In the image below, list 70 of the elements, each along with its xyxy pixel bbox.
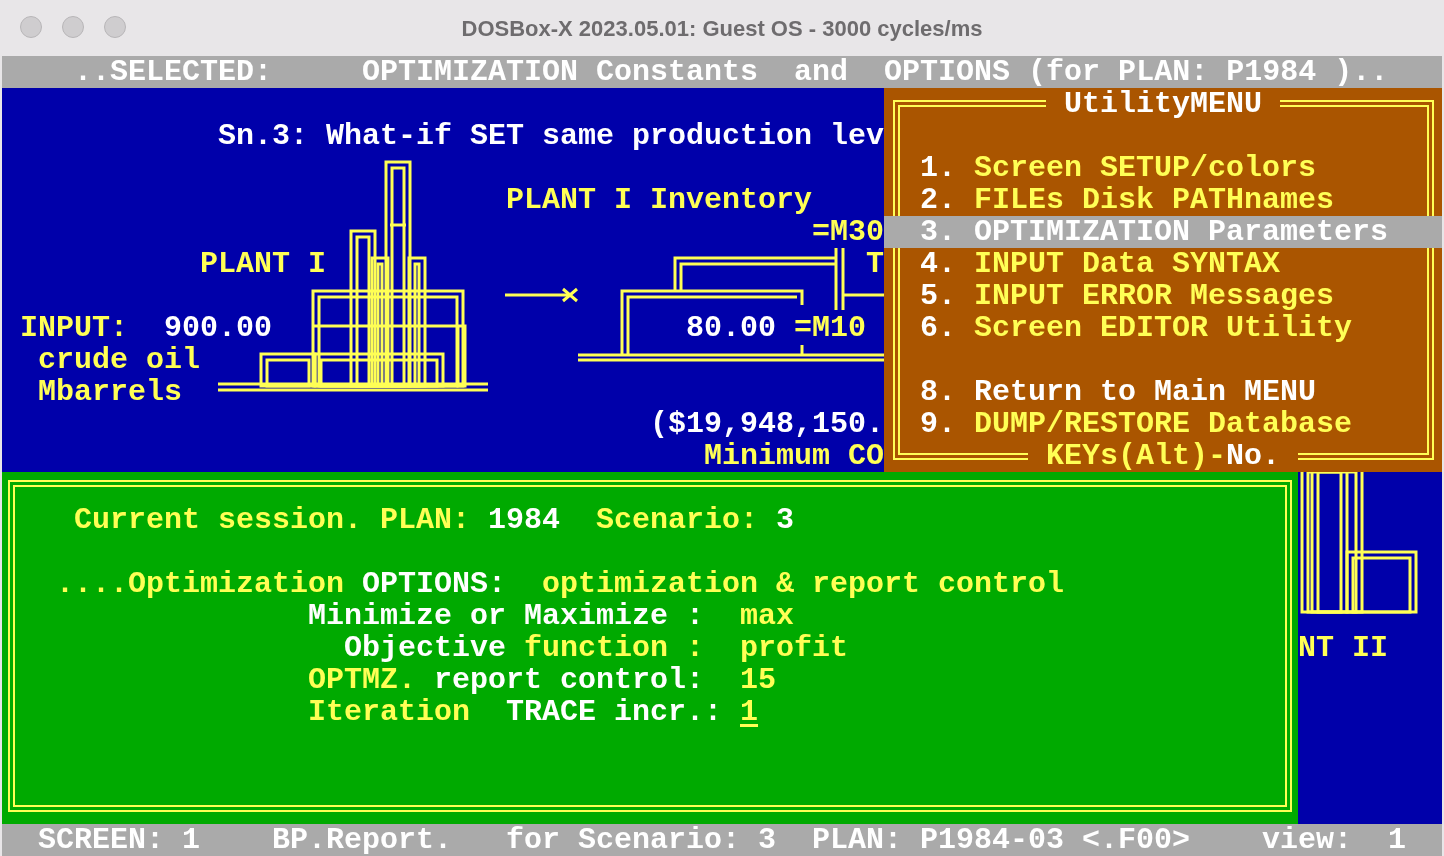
unit-label: Mbarrels — [38, 376, 183, 408]
input-field[interactable]: 1 — [740, 696, 758, 728]
menu-label: Screen EDITOR Utility — [974, 312, 1353, 344]
option-text: report control: — [434, 664, 705, 696]
status-text: 1 — [1388, 824, 1406, 856]
menu-title: UtilityMENU — [1046, 88, 1281, 120]
status-text: BP.Report. — [272, 824, 453, 856]
menu-item[interactable]: 1. Screen SETUP/colors — [884, 152, 1442, 184]
marker-label: =M10 — [794, 312, 866, 344]
option-text: Objective — [344, 632, 507, 664]
menu-number: 9. — [920, 408, 956, 440]
menu-item[interactable]: 4. INPUT Data SYNTAX — [884, 248, 1442, 280]
label-fragment: T — [866, 248, 884, 280]
option-text: Minimize or Maximize : — [308, 600, 705, 632]
menu-label: Return to Main MENU — [974, 376, 1317, 408]
menu-item[interactable]: 8. Return to Main MENU — [884, 376, 1442, 408]
plant-label: PLANT I — [200, 248, 327, 280]
menu-label: DUMP/RESTORE Database — [974, 408, 1353, 440]
keys-label: No. — [1226, 440, 1281, 472]
marker-label: =M30 — [812, 216, 884, 248]
menu-item[interactable]: 5. INPUT ERROR Messages — [884, 280, 1442, 312]
status-text: SCREEN: 1 — [38, 824, 201, 856]
option-text: Current session. PLAN: — [74, 504, 471, 536]
cost-value: ($19,948,150. — [650, 408, 885, 440]
option-text: ....Optimization — [56, 568, 345, 600]
option-text: function : — [524, 632, 705, 664]
menu-number: 8. — [920, 376, 956, 408]
unit-label: crude oil — [38, 344, 201, 376]
menu-label: Screen SETUP/colors — [974, 152, 1317, 184]
option-text: Scenario: — [596, 504, 759, 536]
scenario-heading: Sn.3: What-if SET same production lev — [218, 120, 885, 152]
input-value: 900.00 — [164, 312, 273, 344]
keys-label: KEYs(Alt)- — [1046, 440, 1227, 472]
option-text: 15 — [740, 664, 776, 696]
option-text: OPTMZ. — [308, 664, 417, 696]
option-text: 3 — [776, 504, 794, 536]
menu-label: OPTIMIZATION Parameters — [974, 216, 1389, 248]
menu-item[interactable]: 6. Screen EDITOR Utility — [884, 312, 1442, 344]
menu-number: 6. — [920, 312, 956, 344]
option-text: optimization & report control — [542, 568, 1065, 600]
menu-label: FILEs Disk PATHnames — [974, 184, 1335, 216]
input-label: INPUT: — [20, 312, 129, 344]
plant-label: NT II — [1298, 632, 1388, 664]
status-text: PLAN: P1984-03 <.F00> — [812, 824, 1191, 856]
menu-number: 3. — [920, 216, 956, 248]
zoom-button[interactable] — [104, 16, 126, 38]
menu-number: 2. — [920, 184, 956, 216]
menu-number: 5. — [920, 280, 956, 312]
menu-label: INPUT Data SYNTAX — [974, 248, 1281, 280]
status-text: view: — [1262, 824, 1352, 856]
menu-item[interactable]: 9. DUMP/RESTORE Database — [884, 408, 1442, 440]
menu-label: INPUT ERROR Messages — [974, 280, 1335, 312]
option-text: profit — [740, 632, 849, 664]
header-text: OPTIMIZATION Constants and OPTIONS (for PLAN: P1984 ).. — [362, 56, 1389, 88]
window-title: DOSBox-X 2023.05.01: Guest OS - 3000 cycles/ms — [461, 14, 983, 43]
menu-number: 4. — [920, 248, 956, 280]
inventory-value: 80.00 — [686, 312, 776, 344]
header-label: ..SELECTED: — [74, 56, 273, 88]
status-text: for Scenario: 3 — [506, 824, 777, 856]
close-button[interactable] — [20, 16, 42, 38]
option-text: 1984 — [488, 504, 560, 536]
option-text: TRACE incr.: — [506, 696, 723, 728]
minimize-button[interactable] — [62, 16, 84, 38]
cost-label: Minimum CO — [704, 440, 885, 472]
option-text: OPTIONS: — [362, 568, 507, 600]
inventory-label: PLANT I Inventory — [506, 184, 813, 216]
option-text: Iteration — [308, 696, 471, 728]
option-text: max — [740, 600, 794, 632]
menu-number: 1. — [920, 152, 956, 184]
menu-item[interactable]: 2. FILEs Disk PATHnames — [884, 184, 1442, 216]
